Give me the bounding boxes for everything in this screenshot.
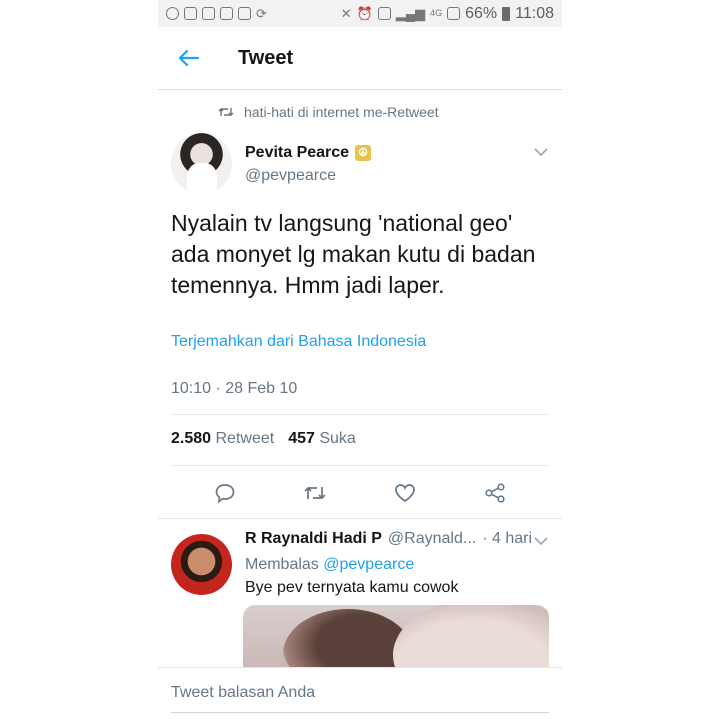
system-icons: ✕ ⏰ ▂▄▆ 4G 66% 11:08 bbox=[341, 5, 554, 23]
divider bbox=[171, 414, 549, 415]
battery-percent: 66% bbox=[465, 4, 498, 22]
author-avatar[interactable] bbox=[171, 133, 232, 194]
peace-emoji-icon: ☮ bbox=[355, 145, 372, 161]
input-underline bbox=[171, 712, 549, 713]
tweet-stats: 2.580 Retweet 457 Suka bbox=[171, 430, 356, 448]
signal-icon: ▂▄▆ bbox=[395, 6, 426, 21]
reply-menu-button[interactable] bbox=[534, 533, 548, 551]
heart-icon bbox=[395, 484, 415, 502]
reply-author-handle: @Raynald... bbox=[387, 530, 477, 547]
divider bbox=[171, 465, 549, 466]
back-button[interactable] bbox=[158, 49, 218, 67]
reply-button[interactable] bbox=[205, 473, 245, 513]
reply-author-name: R Raynaldi Hadi P bbox=[245, 530, 382, 547]
author-name: Pevita Pearce bbox=[245, 144, 350, 161]
retweet-button[interactable] bbox=[295, 473, 335, 513]
like-button[interactable] bbox=[385, 473, 425, 513]
author-handle[interactable]: @pevpearce bbox=[245, 167, 336, 185]
app-header: Tweet bbox=[158, 27, 562, 90]
gallery-icon bbox=[202, 7, 215, 20]
like-count: 457 bbox=[288, 430, 315, 447]
tweet-timestamp: 10:10 · 28 Feb 10 bbox=[171, 380, 298, 397]
reply-header[interactable]: R Raynaldi Hadi P @Raynald... · 4 hari bbox=[245, 530, 532, 548]
like-stat[interactable]: 457 Suka bbox=[288, 430, 356, 448]
instagram-icon bbox=[184, 7, 197, 20]
reply-time: · 4 hari bbox=[482, 530, 532, 547]
replying-label: Membalas bbox=[245, 556, 319, 573]
clock: 11:08 bbox=[515, 4, 554, 22]
retweet-context-label: hati-hati di internet me-Retweet bbox=[244, 104, 439, 120]
battery-icon bbox=[502, 6, 511, 21]
reply-input[interactable]: Tweet balasan Anda bbox=[171, 684, 315, 702]
mail-icon bbox=[220, 7, 233, 20]
divider bbox=[158, 518, 562, 519]
reply-media-image[interactable] bbox=[243, 605, 549, 667]
share-button[interactable] bbox=[475, 473, 515, 513]
replying-to: Membalas @pevpearce bbox=[245, 556, 414, 574]
tweet-text: Nyalain tv langsung 'national geo' ada m… bbox=[171, 210, 536, 298]
retweet-count: 2.580 bbox=[171, 430, 212, 447]
arrow-left-icon bbox=[178, 49, 199, 67]
retweet-icon bbox=[218, 108, 234, 116]
tweet-menu-button[interactable] bbox=[534, 144, 548, 162]
mute-icon: ✕ bbox=[340, 6, 352, 21]
replying-mention[interactable]: @pevpearce bbox=[323, 556, 414, 573]
retweet-stat-label: Retweet bbox=[215, 430, 275, 447]
reply-author-avatar[interactable] bbox=[171, 534, 232, 595]
chevron-down-icon bbox=[534, 148, 548, 157]
tweet-actions bbox=[158, 468, 562, 518]
retweet-stat[interactable]: 2.580 Retweet bbox=[171, 430, 274, 448]
notification-icons: ⟳ bbox=[166, 7, 267, 20]
share-icon bbox=[485, 483, 505, 503]
page-title: Tweet bbox=[238, 46, 294, 69]
reply-icon bbox=[215, 484, 235, 504]
data-saver-icon bbox=[377, 7, 391, 20]
like-stat-label: Suka bbox=[319, 430, 356, 447]
chevron-down-icon bbox=[534, 537, 548, 546]
status-bar: ⟳ ✕ ⏰ ▂▄▆ 4G 66% 11:08 bbox=[158, 0, 562, 27]
no-sim-icon bbox=[447, 7, 461, 20]
author-name-row[interactable]: Pevita Pearce ☮ bbox=[245, 144, 372, 162]
alarm-icon: ⏰ bbox=[356, 6, 373, 21]
network-type-label: 4G bbox=[430, 8, 443, 18]
screenshot-icon bbox=[238, 7, 251, 20]
compose-bar: Tweet balasan Anda bbox=[158, 667, 562, 720]
retweet-icon bbox=[304, 487, 326, 499]
retweet-context[interactable]: hati-hati di internet me-Retweet bbox=[218, 104, 439, 120]
line-app-icon bbox=[166, 7, 179, 20]
translate-link[interactable]: Terjemahkan dari Bahasa Indonesia bbox=[171, 333, 426, 351]
sync-icon: ⟳ bbox=[256, 6, 267, 21]
reply-text: Bye pev ternyata kamu cowok bbox=[245, 579, 459, 596]
phone-screen: ⟳ ✕ ⏰ ▂▄▆ 4G 66% 11:08 Tweet hati-hati d… bbox=[158, 0, 562, 720]
